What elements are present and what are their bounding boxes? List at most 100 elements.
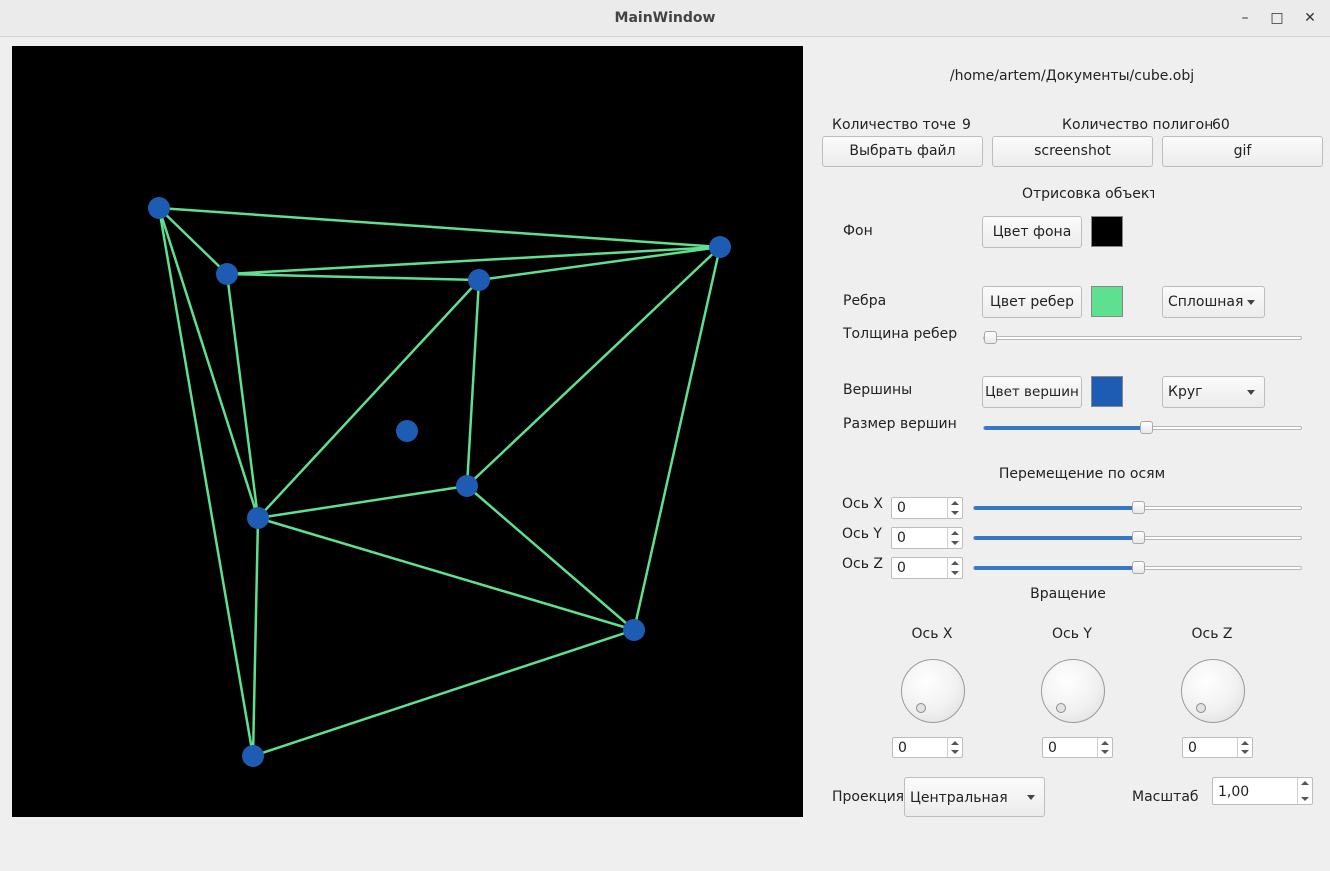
spin-up-icon[interactable]	[951, 501, 959, 505]
rotate-z-value: 0	[1188, 740, 1197, 756]
spin-down-icon[interactable]	[1301, 797, 1309, 801]
move-z-label: Ось Z	[842, 556, 884, 572]
vertex-size-slider[interactable]	[983, 421, 1302, 434]
wireframe-edge	[226, 245, 721, 276]
slider-fill	[974, 536, 1138, 540]
rotate-z-dial[interactable]	[1181, 659, 1245, 723]
minimize-button[interactable]: –	[1234, 8, 1256, 28]
wireframe-vertex	[396, 420, 418, 442]
move-y-slider[interactable]	[973, 531, 1302, 544]
edge-style-value: Сплошная	[1168, 294, 1244, 310]
spin-down-icon[interactable]	[1101, 750, 1109, 754]
slider-fill	[974, 566, 1138, 570]
slider-handle[interactable]	[1131, 501, 1145, 514]
move-z-slider[interactable]	[973, 561, 1302, 574]
spin-up-icon[interactable]	[951, 741, 959, 745]
spin-down-icon[interactable]	[951, 541, 959, 545]
rotate-x-value: 0	[898, 740, 907, 756]
move-y-label: Ось Y	[842, 526, 882, 542]
slider-handle[interactable]	[1131, 531, 1145, 544]
edges-label: Ребра	[843, 293, 887, 309]
wireframe-vertex	[242, 745, 264, 767]
screenshot-button[interactable]: screenshot	[992, 136, 1153, 167]
move-x-value: 0	[897, 500, 906, 516]
move-x-slider[interactable]	[973, 501, 1302, 514]
background-label: Фон	[843, 223, 873, 239]
wireframe-edge	[466, 246, 721, 487]
points-count-label: Количество точек	[832, 117, 955, 133]
spin-up-icon[interactable]	[1301, 781, 1309, 785]
chevron-down-icon	[1027, 795, 1035, 800]
rotate-z-spinbox[interactable]: 0	[1182, 737, 1253, 758]
gif-button[interactable]: gif	[1162, 136, 1323, 167]
move-y-value: 0	[897, 530, 906, 546]
spin-up-icon[interactable]	[951, 561, 959, 565]
vertex-shape-combobox[interactable]: Круг	[1162, 376, 1265, 408]
wireframe-edge	[225, 273, 260, 519]
wireframe-vertex	[468, 269, 490, 291]
move-x-label: Ось X	[842, 496, 884, 512]
wireframe-vertex	[148, 197, 170, 219]
points-count-value: 9	[962, 117, 971, 133]
slider-handle[interactable]	[1131, 561, 1145, 574]
wireframe-edge	[157, 207, 255, 757]
wireframe-edge	[251, 517, 260, 757]
polygons-count-label: Количество полигонов	[1062, 117, 1212, 133]
wireframe-edge	[158, 206, 721, 249]
edges-color-button[interactable]: Цвет ребер	[982, 286, 1082, 318]
rotate-y-dial[interactable]	[1041, 659, 1105, 723]
rotation-section-title: Вращение	[1030, 586, 1106, 602]
move-x-spinbox[interactable]: 0	[891, 497, 963, 519]
move-y-spinbox[interactable]: 0	[891, 527, 963, 549]
close-button[interactable]: ✕	[1299, 8, 1321, 28]
edges-color-swatch	[1091, 286, 1123, 317]
rotate-y-label: Ось Y	[1052, 626, 1092, 642]
spin-down-icon[interactable]	[951, 750, 959, 754]
wireframe-vertex	[216, 263, 238, 285]
move-z-value: 0	[897, 560, 906, 576]
spin-down-icon[interactable]	[1241, 750, 1249, 754]
choose-file-button[interactable]: Выбрать файл	[822, 136, 983, 167]
wireframe-edge	[226, 272, 480, 282]
wireframe-vertex	[623, 619, 645, 641]
move-section-title: Перемещение по осям	[998, 466, 1166, 482]
spin-down-icon[interactable]	[951, 571, 959, 575]
wireframe-edge	[252, 628, 635, 758]
spin-up-icon[interactable]	[1241, 741, 1249, 745]
spin-down-icon[interactable]	[951, 511, 959, 515]
slider-handle[interactable]	[984, 331, 997, 344]
rotate-y-value: 0	[1048, 740, 1057, 756]
spin-up-icon[interactable]	[951, 531, 959, 535]
spin-up-icon[interactable]	[1101, 741, 1109, 745]
dial-notch	[1056, 703, 1066, 713]
background-color-swatch	[1091, 216, 1123, 247]
rotate-y-spinbox[interactable]: 0	[1042, 737, 1113, 758]
file-path-label: /home/artem/Документы/cube.obj	[949, 68, 1195, 84]
vertices-label: Вершины	[843, 382, 913, 398]
rotate-x-spinbox[interactable]: 0	[892, 737, 963, 758]
wireframe-vertex	[247, 507, 269, 529]
edge-thickness-slider[interactable]	[983, 331, 1302, 344]
wireframe-edge	[632, 246, 722, 631]
maximize-button[interactable]: □	[1266, 8, 1288, 28]
wireframe-vertex	[456, 475, 478, 497]
vertices-color-button[interactable]: Цвет вершин	[982, 376, 1082, 408]
vertex-shape-value: Круг	[1168, 384, 1203, 400]
wireframe-canvas	[148, 197, 731, 767]
background-color-button[interactable]: Цвет фона	[982, 216, 1082, 248]
slider-handle[interactable]	[1139, 421, 1153, 434]
projection-combobox[interactable]: Центральная	[904, 777, 1045, 817]
edge-style-combobox[interactable]: Сплошная	[1162, 286, 1265, 318]
render-viewport[interactable]	[12, 46, 803, 817]
rotate-x-dial[interactable]	[901, 659, 965, 723]
scale-label: Масштаб	[1132, 789, 1199, 805]
scale-spinbox[interactable]: 1,00	[1212, 777, 1313, 805]
slider-fill	[974, 506, 1138, 510]
scale-value: 1,00	[1218, 784, 1250, 800]
move-z-spinbox[interactable]: 0	[891, 557, 963, 579]
dial-notch	[916, 703, 926, 713]
wireframe-edge	[478, 245, 721, 282]
wireframe-edge	[257, 516, 635, 632]
slider-fill	[984, 426, 1146, 430]
wireframe-edge	[257, 484, 468, 520]
